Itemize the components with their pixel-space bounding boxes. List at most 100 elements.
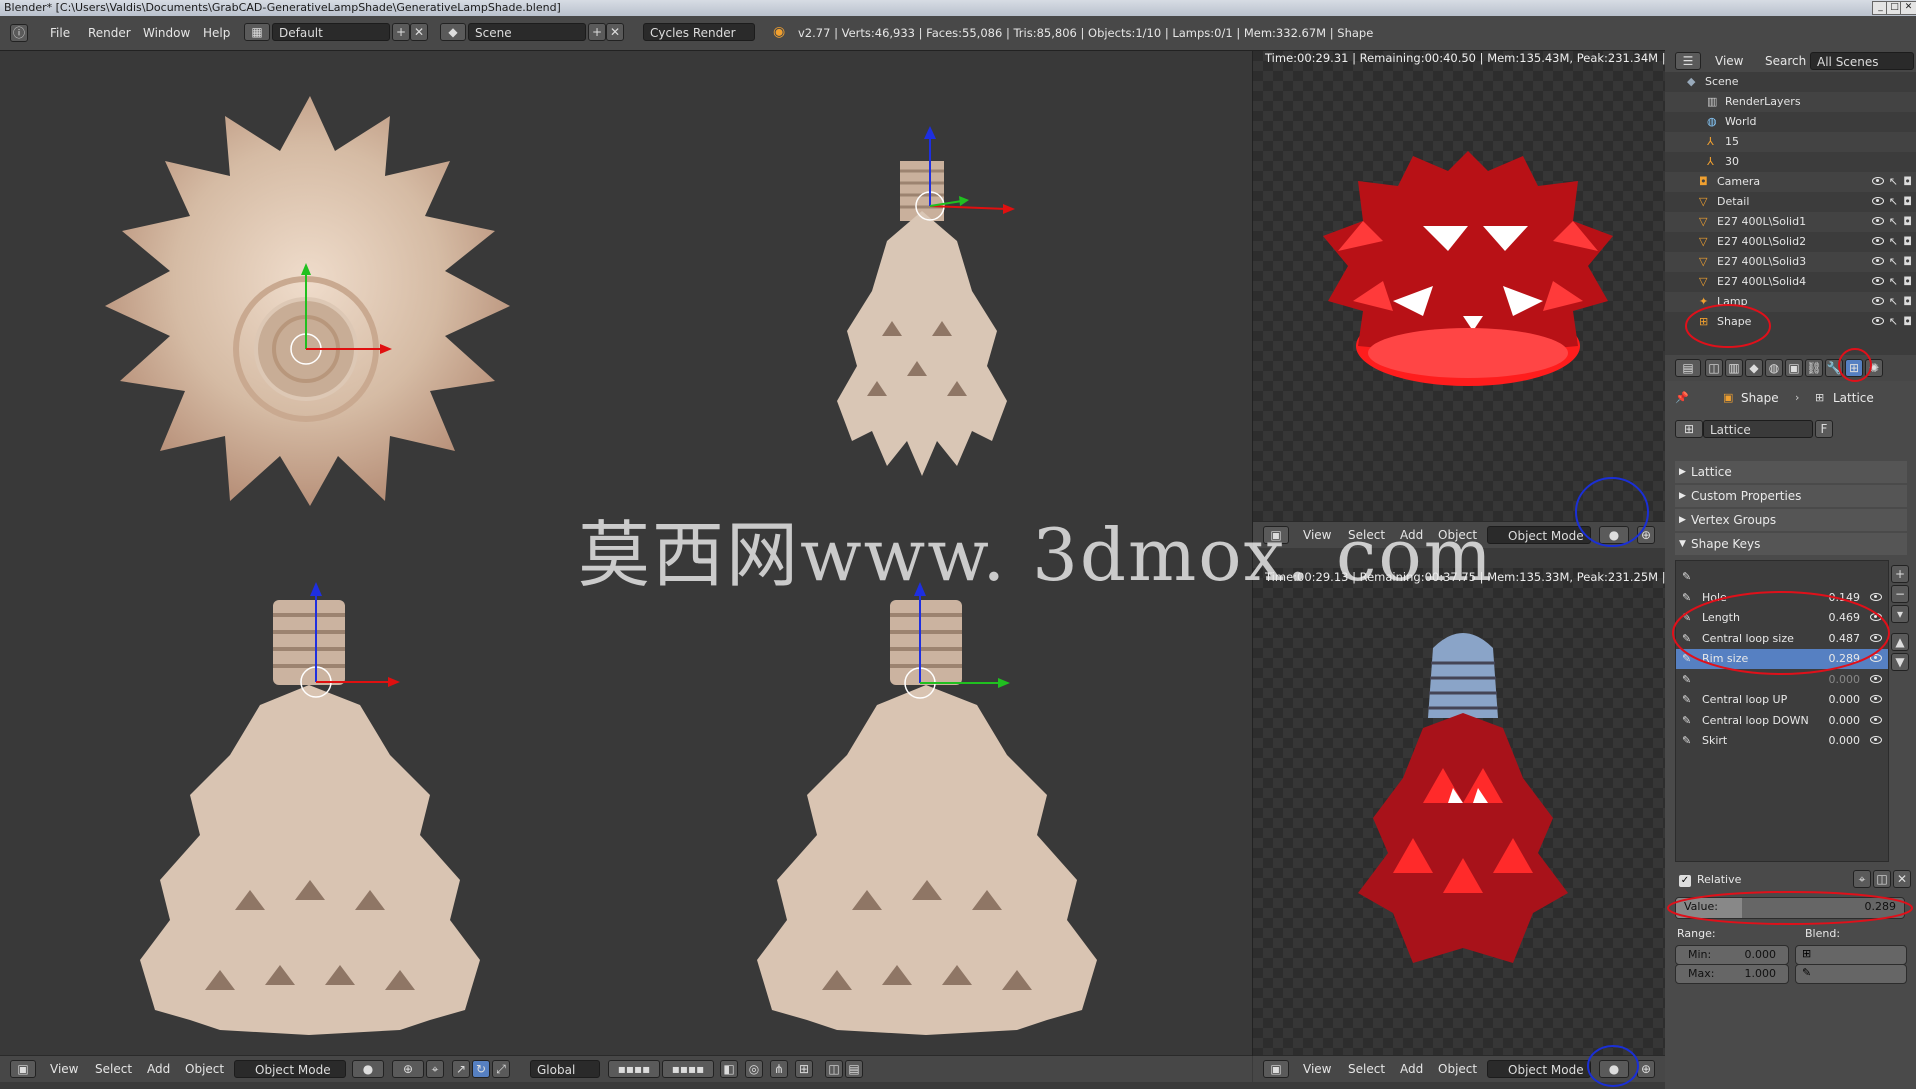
visibility-eye-icon[interactable] (1872, 237, 1884, 245)
layer-buttons-b[interactable]: ▪▪▪▪ (662, 1060, 714, 1078)
menu-select[interactable]: Select (1348, 1062, 1385, 1076)
datablock-browse-icon[interactable]: ⊞ (1675, 420, 1703, 438)
selectability-cursor-icon[interactable]: ↖ (1889, 212, 1898, 232)
min-field[interactable]: Min: 0.000 (1675, 945, 1789, 965)
layout-icon[interactable]: ▦ (244, 23, 270, 41)
menu-add[interactable]: Add (1400, 1062, 1423, 1076)
vertex-group-field[interactable]: ⊞ (1795, 945, 1907, 965)
menu-window[interactable]: Window (143, 26, 190, 40)
mode-dropdown[interactable]: Object Mode (1487, 1060, 1591, 1078)
pivot-dropdown[interactable]: ⊕ (392, 1060, 424, 1078)
scene-dropdown[interactable]: Scene (468, 23, 586, 41)
scene-tab-icon[interactable]: ◆ (1745, 359, 1763, 377)
panel-vertex-groups[interactable]: ▶ Vertex Groups (1675, 509, 1907, 531)
menu-view[interactable]: View (50, 1062, 78, 1076)
clear-weights-icon[interactable]: ✕ (1893, 870, 1911, 888)
shape-key-item[interactable]: ✎ (1676, 567, 1888, 587)
selectability-cursor-icon[interactable]: ↖ (1889, 192, 1898, 212)
shape-key-mute-eye-icon[interactable] (1870, 695, 1882, 703)
max-field[interactable]: Max: 1.000 (1675, 964, 1789, 984)
shape-key-value[interactable]: 0.000 (1829, 711, 1861, 731)
delete-scene-button[interactable]: ✕ (606, 23, 624, 41)
outliner-item[interactable]: ⅄ 15 (1665, 132, 1916, 152)
outliner-item[interactable]: ◆ Scene (1665, 72, 1916, 92)
render-preview-icon[interactable]: ◫ (825, 1060, 843, 1078)
opengl-render-icon[interactable]: ▤ (845, 1060, 863, 1078)
object-tab-icon[interactable]: ▣ (1785, 359, 1803, 377)
lock-shape-icon[interactable]: ⌖ (1853, 870, 1871, 888)
editor-type-button[interactable]: ▣ (10, 1060, 36, 1078)
move-up-icon[interactable]: ▲ (1891, 633, 1909, 651)
mode-dropdown[interactable]: Object Mode (234, 1060, 346, 1078)
add-layout-button[interactable]: + (392, 23, 410, 41)
menu-search[interactable]: Search (1765, 54, 1806, 68)
renderability-camera-icon[interactable]: ◘ (1903, 212, 1912, 232)
edit-mode-shape-icon[interactable]: ◫ (1873, 870, 1891, 888)
menu-object[interactable]: Object (185, 1062, 224, 1076)
menu-render[interactable]: Render (88, 26, 131, 40)
snap-icon[interactable]: ⋔ (770, 1060, 788, 1078)
pin-icon[interactable]: 📌 (1675, 391, 1689, 404)
viewport-top-left[interactable] (0, 51, 628, 551)
renderability-camera-icon[interactable]: ◘ (1903, 192, 1912, 212)
outliner-item[interactable]: ◘ Camera ↖ ◘ (1665, 172, 1916, 192)
render-viewport-bottom[interactable]: Time:00:29.13 | Remaining:00:37.75 | Mem… (1253, 568, 1665, 1055)
render-engine-dropdown[interactable]: Cycles Render (643, 23, 755, 41)
outliner-item[interactable]: ▽ E27 400L\Solid4 ↖ ◘ (1665, 272, 1916, 292)
viewport-bottom-right[interactable] (627, 550, 1253, 1056)
menu-view[interactable]: View (1303, 1062, 1331, 1076)
visibility-eye-icon[interactable] (1872, 177, 1884, 185)
world-tab-icon[interactable]: ◍ (1765, 359, 1783, 377)
constraints-tab-icon[interactable]: ⛓ (1805, 359, 1823, 377)
menu-view[interactable]: View (1715, 54, 1743, 68)
scale-icon[interactable]: ⤢ (492, 1060, 510, 1078)
rotate-icon[interactable]: ↻ (472, 1060, 490, 1078)
shape-key-item[interactable]: ✎ Central loop DOWN 0.000 (1676, 711, 1888, 731)
shading-dropdown[interactable]: ● (352, 1060, 384, 1078)
layout-dropdown[interactable]: Default (272, 23, 390, 41)
editor-type-button[interactable]: ☰ (1675, 52, 1701, 70)
outliner-item[interactable]: ▽ E27 400L\Solid2 ↖ ◘ (1665, 232, 1916, 252)
translate-icon[interactable]: ↗ (452, 1060, 470, 1078)
menu-help[interactable]: Help (203, 26, 230, 40)
renderlayers-tab-icon[interactable]: ▥ (1725, 359, 1743, 377)
visibility-eye-icon[interactable] (1872, 297, 1884, 305)
delete-layout-button[interactable]: ✕ (410, 23, 428, 41)
add-shape-key-button[interactable]: + (1891, 565, 1909, 583)
fake-user-button[interactable]: F (1815, 420, 1833, 438)
datablock-name-field[interactable]: Lattice (1703, 420, 1813, 438)
remove-shape-key-button[interactable]: − (1891, 585, 1909, 603)
close-button[interactable]: ✕ (1900, 1, 1916, 15)
renderability-camera-icon[interactable]: ◘ (1903, 232, 1912, 252)
layer-buttons-a[interactable]: ▪▪▪▪ (608, 1060, 660, 1078)
selectability-cursor-icon[interactable]: ↖ (1889, 252, 1898, 272)
renderability-camera-icon[interactable]: ◘ (1903, 172, 1912, 192)
shape-key-value[interactable]: 0.000 (1829, 690, 1861, 710)
relative-key-field[interactable]: ✎ (1795, 964, 1907, 984)
proportional-icon[interactable]: ◎ (745, 1060, 763, 1078)
panel-shape-keys[interactable]: ▼ Shape Keys (1675, 533, 1907, 555)
renderability-camera-icon[interactable]: ◘ (1903, 292, 1912, 312)
selectability-cursor-icon[interactable]: ↖ (1889, 312, 1898, 332)
shape-key-value[interactable]: 0.000 (1829, 731, 1861, 751)
renderability-camera-icon[interactable]: ◘ (1903, 252, 1912, 272)
editor-type-button[interactable]: ▣ (1263, 1060, 1289, 1078)
panel-custom-properties[interactable]: ▶ Custom Properties (1675, 485, 1907, 507)
selectability-cursor-icon[interactable]: ↖ (1889, 172, 1898, 192)
render-tab-icon[interactable]: ◫ (1705, 359, 1723, 377)
shape-key-mute-eye-icon[interactable] (1870, 715, 1882, 724)
scene-icon[interactable]: ◆ (440, 23, 466, 41)
shape-key-specials-icon[interactable]: ▾ (1891, 605, 1909, 623)
snap-target-icon[interactable]: ⊞ (795, 1060, 813, 1078)
menu-select[interactable]: Select (95, 1062, 132, 1076)
outliner-item[interactable]: ▥ RenderLayers (1665, 92, 1916, 112)
orientation-dropdown[interactable]: Global (530, 1060, 600, 1078)
panel-lattice[interactable]: ▶ Lattice (1675, 461, 1907, 483)
menu-object[interactable]: Object (1438, 1062, 1477, 1076)
display-mode-dropdown[interactable]: All Scenes (1810, 52, 1914, 70)
viewport-top-right[interactable] (627, 51, 1253, 551)
selectability-cursor-icon[interactable]: ↖ (1889, 232, 1898, 252)
renderability-camera-icon[interactable]: ◘ (1903, 312, 1912, 332)
outliner-item[interactable]: ◍ World (1665, 112, 1916, 132)
relative-checkbox[interactable]: ✓ (1679, 875, 1691, 887)
